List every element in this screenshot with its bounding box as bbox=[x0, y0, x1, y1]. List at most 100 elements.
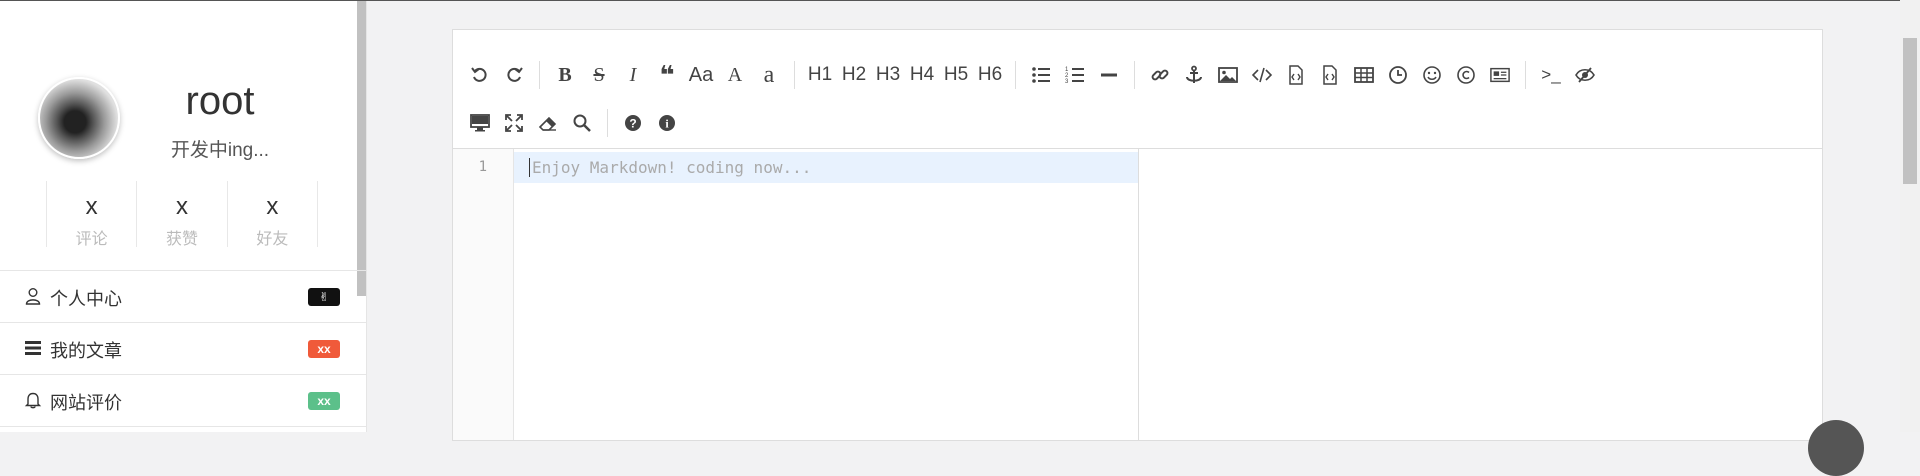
user-icon bbox=[25, 288, 41, 305]
redo-button[interactable] bbox=[498, 59, 530, 91]
ordered-list-button[interactable]: 123 bbox=[1059, 59, 1091, 91]
horizontal-rule-icon bbox=[1101, 73, 1117, 77]
html-entities-button[interactable] bbox=[1450, 59, 1482, 91]
markdown-preview-pane bbox=[1139, 149, 1822, 440]
search-button[interactable] bbox=[566, 107, 598, 139]
h5-button[interactable]: H5 bbox=[940, 59, 972, 91]
bold-button[interactable]: B bbox=[549, 59, 581, 91]
file-code-icon bbox=[1323, 65, 1337, 85]
font-case-label: Aa bbox=[688, 63, 714, 86]
quote-button[interactable]: ❝ bbox=[651, 59, 683, 91]
toolbar-row-2: ? i bbox=[463, 101, 684, 145]
table-button[interactable] bbox=[1348, 59, 1380, 91]
status-badge: ✌ bbox=[308, 288, 340, 306]
italic-icon: I bbox=[629, 63, 637, 86]
h3-button[interactable]: H3 bbox=[872, 59, 904, 91]
line-gutter: 1 bbox=[453, 149, 514, 440]
toolbar-divider bbox=[1015, 61, 1016, 89]
pagebreak-button[interactable] bbox=[1484, 59, 1516, 91]
image-button[interactable] bbox=[1212, 59, 1244, 91]
eye-slash-icon bbox=[1575, 67, 1595, 83]
code-block-button[interactable]: >_ bbox=[1535, 59, 1567, 91]
floating-action-button[interactable] bbox=[1808, 420, 1864, 476]
h1-button[interactable]: H1 bbox=[804, 59, 836, 91]
lowercase-button[interactable]: a bbox=[753, 59, 785, 91]
font-case-button[interactable]: Aa bbox=[685, 59, 717, 91]
fullscreen-button[interactable] bbox=[498, 107, 530, 139]
toggle-preview-button[interactable] bbox=[1569, 59, 1601, 91]
uppercase-label: A bbox=[727, 63, 743, 86]
stat-value: x bbox=[266, 193, 279, 220]
heading-label: H2 bbox=[841, 64, 867, 85]
sidebar-item-site-review[interactable]: 网站评价 xx bbox=[0, 375, 366, 427]
watch-preview-button[interactable] bbox=[464, 107, 496, 139]
user-stats: x 评论 x 获赞 x 好友 bbox=[46, 181, 318, 248]
strikethrough-button[interactable]: S bbox=[583, 59, 615, 91]
heading-label: H3 bbox=[875, 64, 901, 85]
avatar[interactable] bbox=[38, 77, 120, 159]
stat-comments[interactable]: x 评论 bbox=[46, 181, 136, 248]
lowercase-label: a bbox=[763, 61, 775, 88]
expand-icon bbox=[505, 114, 523, 132]
svg-text:3: 3 bbox=[1065, 79, 1069, 85]
italic-button[interactable]: I bbox=[617, 59, 649, 91]
undo-button[interactable] bbox=[464, 59, 496, 91]
emoji-button[interactable] bbox=[1416, 59, 1448, 91]
code-file-button[interactable] bbox=[1280, 59, 1312, 91]
uppercase-button[interactable]: A bbox=[719, 59, 751, 91]
page-scrollbar-thumb[interactable] bbox=[1903, 38, 1917, 184]
newspaper-icon bbox=[1490, 67, 1510, 83]
sidebar-item-label: 网站评价 bbox=[50, 393, 122, 413]
username: root bbox=[185, 79, 255, 123]
editor-toolbar: B S I ❝ Aa A a H1 H2 H3 H4 H5 H6 123 >_ … bbox=[453, 30, 1822, 149]
ordered-list-icon: 123 bbox=[1065, 67, 1084, 85]
h6-button[interactable]: H6 bbox=[974, 59, 1006, 91]
sidebar-item-my-articles[interactable]: 我的文章 xx bbox=[0, 323, 366, 375]
h4-button[interactable]: H4 bbox=[906, 59, 938, 91]
quote-icon: ❝ bbox=[659, 59, 675, 90]
smiley-icon bbox=[1423, 66, 1441, 84]
code-icon bbox=[1252, 67, 1272, 83]
markdown-input-pane[interactable]: 1 Enjoy Markdown! coding now... bbox=[453, 149, 1139, 440]
datetime-button[interactable] bbox=[1382, 59, 1414, 91]
sidebar-menu: 个人中心 ✌ 我的文章 xx 网站评价 xx bbox=[0, 270, 366, 427]
user-tagline: 开发中ing... bbox=[170, 140, 270, 161]
help-button[interactable]: ? bbox=[617, 107, 649, 139]
stat-friends[interactable]: x 好友 bbox=[226, 181, 318, 248]
toolbar-row-1: B S I ❝ Aa A a H1 H2 H3 H4 H5 H6 123 >_ bbox=[463, 53, 1602, 97]
markdown-editor: B S I ❝ Aa A a H1 H2 H3 H4 H5 H6 123 >_ … bbox=[452, 29, 1823, 441]
info-button[interactable]: i bbox=[651, 107, 683, 139]
undo-icon bbox=[471, 67, 487, 82]
anchor-button[interactable] bbox=[1178, 59, 1210, 91]
unordered-list-button[interactable] bbox=[1025, 59, 1057, 91]
profile-sidebar: root 开发中ing... x 评论 x 获赞 x 好友 个人中心 ✌ 我的文… bbox=[0, 1, 367, 432]
clock-icon bbox=[1389, 66, 1407, 84]
stat-label: 获赞 bbox=[165, 231, 198, 248]
editor-placeholder[interactable]: Enjoy Markdown! coding now... bbox=[529, 158, 811, 177]
toolbar-divider bbox=[1134, 61, 1135, 89]
clear-button[interactable] bbox=[532, 107, 564, 139]
h2-button[interactable]: H2 bbox=[838, 59, 870, 91]
eraser-icon bbox=[538, 116, 557, 131]
bell-icon bbox=[24, 392, 42, 409]
stat-value: x bbox=[175, 193, 188, 220]
link-button[interactable] bbox=[1144, 59, 1176, 91]
heading-label: H1 bbox=[807, 64, 833, 85]
terminal-icon: >_ bbox=[1541, 65, 1561, 84]
stat-likes[interactable]: x 获赞 bbox=[136, 181, 226, 248]
line-number: 1 bbox=[478, 159, 487, 175]
redo-icon bbox=[507, 67, 523, 82]
anchor-icon bbox=[1186, 65, 1202, 83]
toolbar-divider bbox=[539, 61, 540, 89]
unordered-list-icon bbox=[1032, 67, 1050, 83]
inline-code-button[interactable] bbox=[1246, 59, 1278, 91]
preformatted-code-button[interactable] bbox=[1314, 59, 1346, 91]
strikethrough-icon: S bbox=[593, 63, 605, 86]
svg-text:?: ? bbox=[629, 117, 636, 131]
page-scrollbar[interactable] bbox=[1900, 0, 1920, 432]
sidebar-item-personal-center[interactable]: 个人中心 ✌ bbox=[0, 271, 366, 323]
sidebar-scrollbar[interactable] bbox=[357, 1, 366, 296]
horizontal-rule-button[interactable] bbox=[1093, 59, 1125, 91]
stat-label: 评论 bbox=[75, 231, 108, 248]
info-circle-icon: i bbox=[659, 115, 675, 131]
